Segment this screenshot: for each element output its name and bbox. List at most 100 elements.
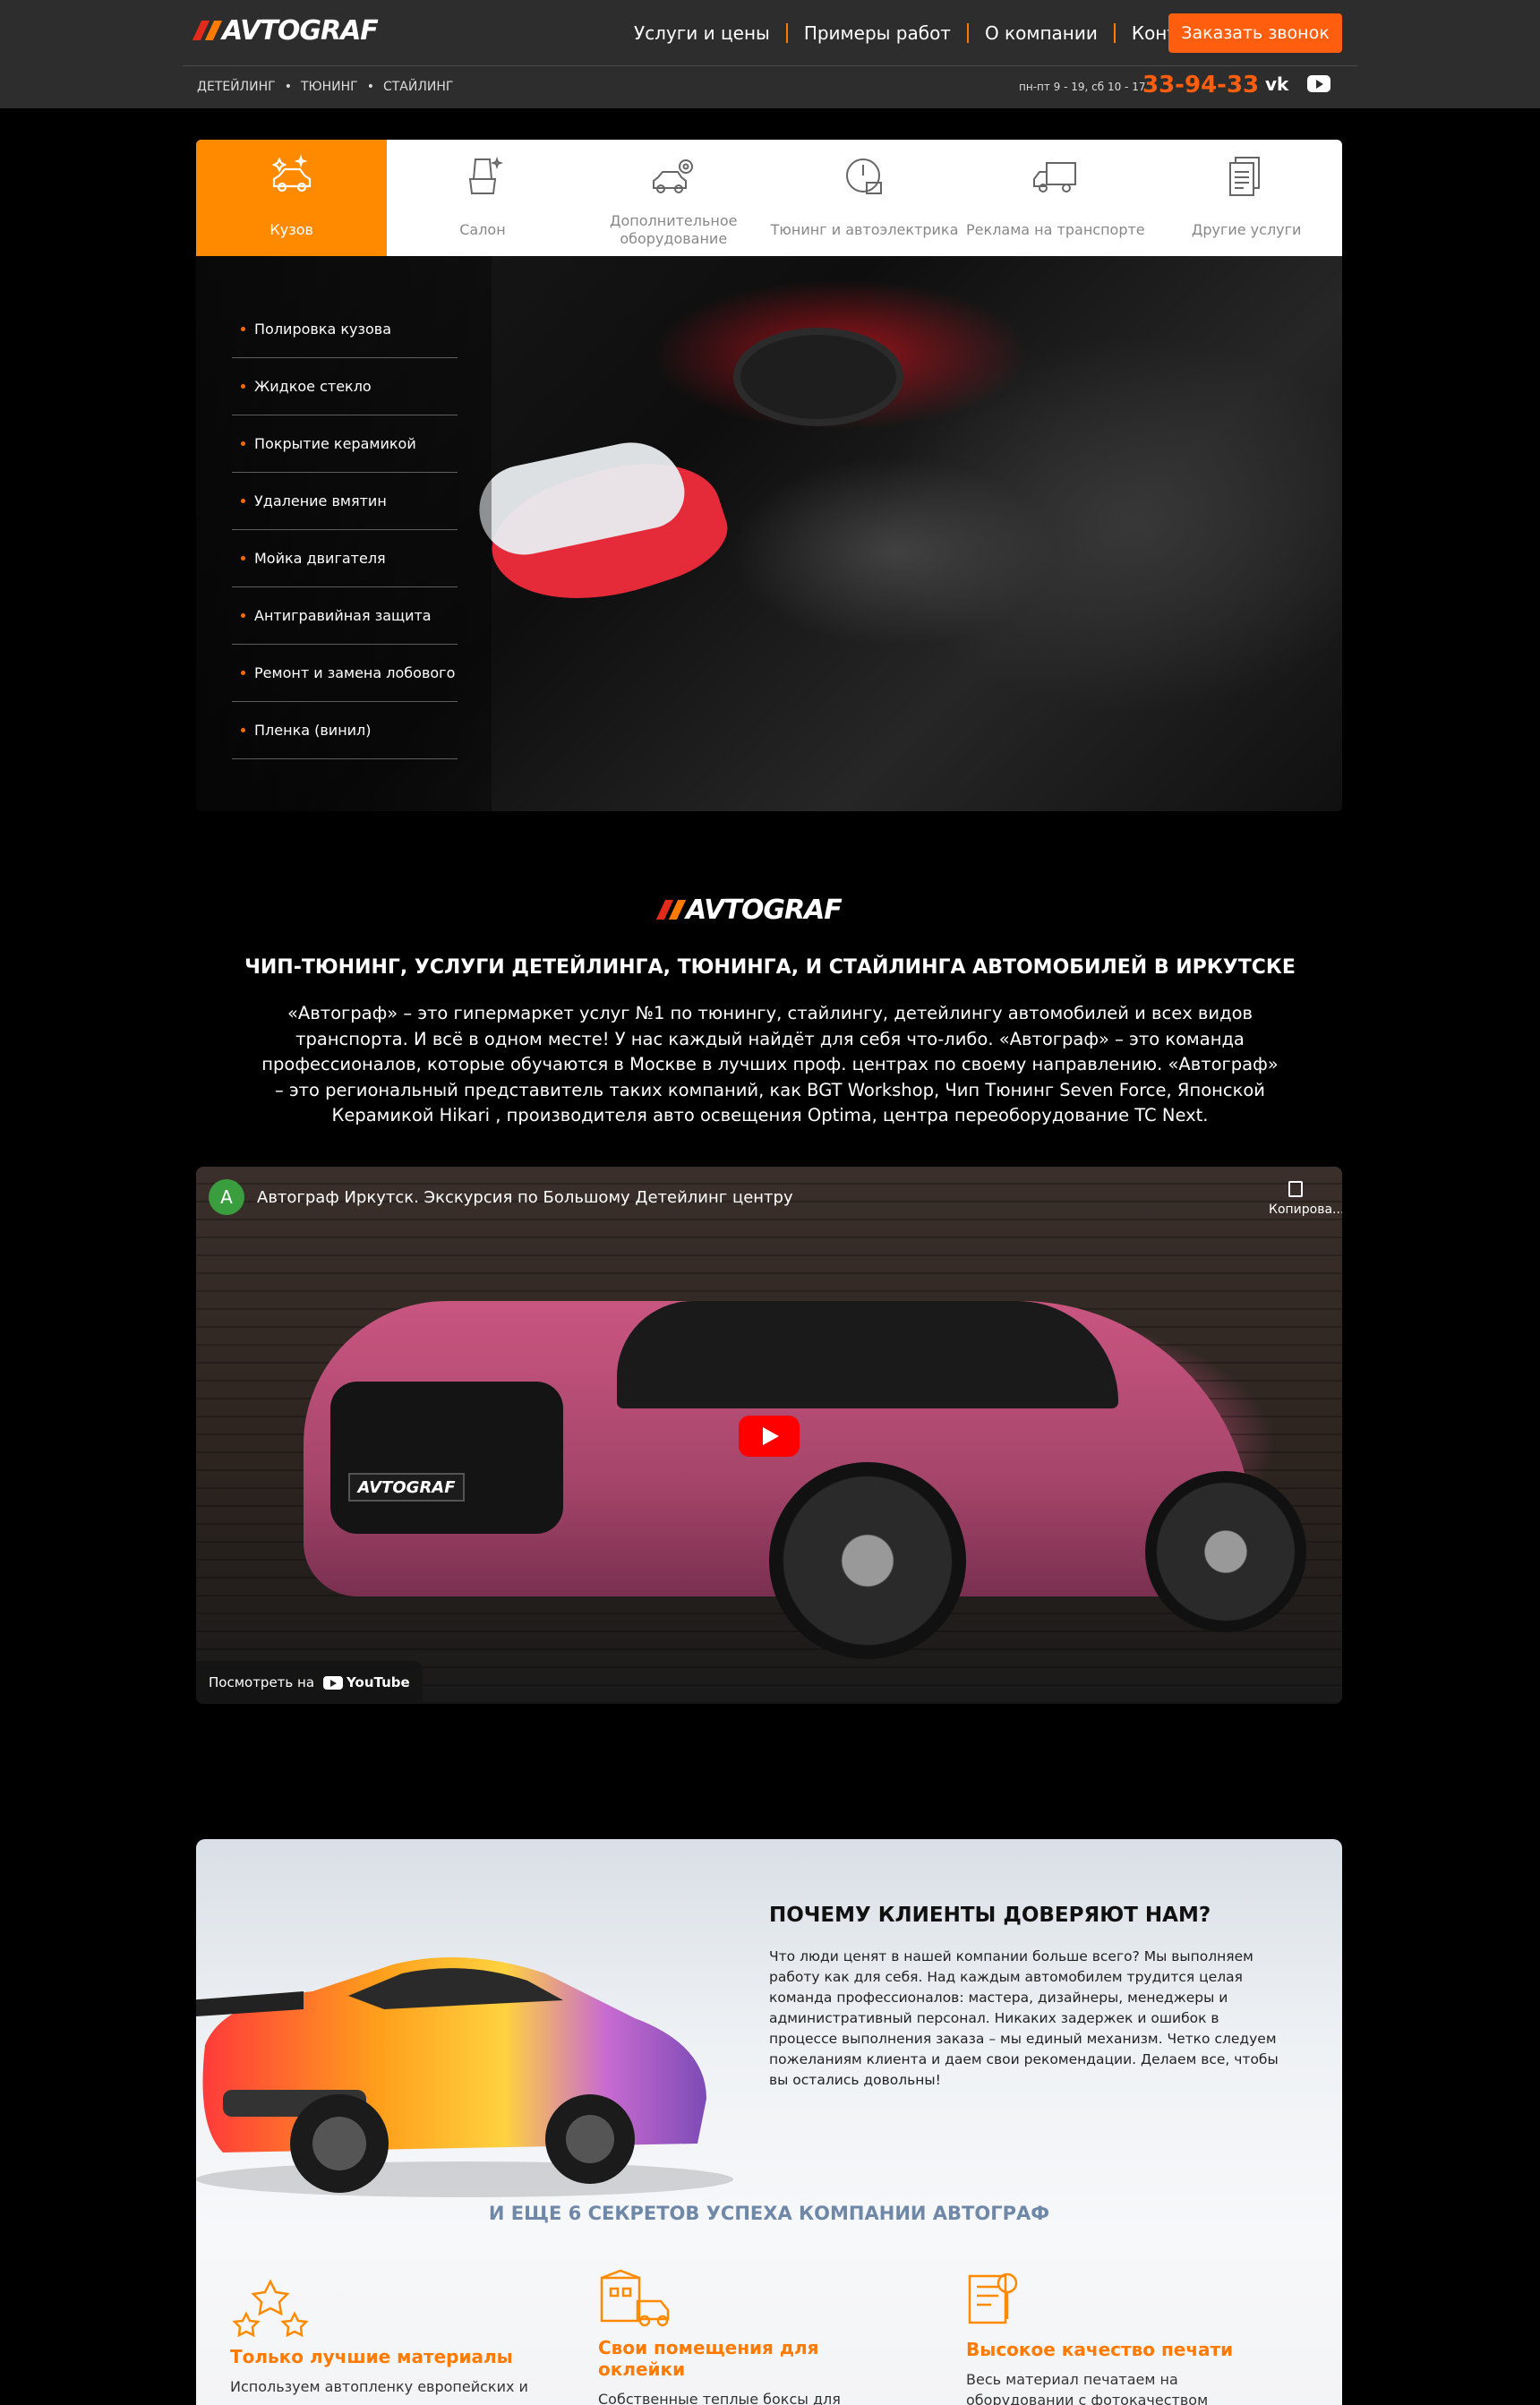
service-label: Полировка кузова bbox=[254, 321, 392, 338]
youtube-icon bbox=[323, 1675, 344, 1690]
tab-label: Салон bbox=[459, 221, 506, 238]
subnav-detailing[interactable]: ДЕТЕЙЛИНГ bbox=[197, 80, 276, 94]
service-item[interactable]: Удаление вмятин bbox=[232, 473, 458, 530]
service-label: Ремонт и замена лобового bbox=[254, 664, 456, 681]
car-seat-icon bbox=[458, 152, 508, 202]
service-label: Мойка двигателя bbox=[254, 550, 386, 567]
service-list: Полировка кузова Жидкое стекло Покрытие … bbox=[232, 301, 458, 759]
car-grille-image bbox=[330, 1382, 563, 1534]
bullet-separator: • bbox=[366, 80, 374, 94]
service-item[interactable]: Антигравийная защита bbox=[232, 587, 458, 645]
about-title: ЧИП-ТЮНИНГ, УСЛУГИ ДЕТЕЙЛИНГА, ТЮНИНГА, … bbox=[244, 956, 1296, 979]
gauge-icon bbox=[840, 152, 890, 202]
car-wheel-image bbox=[769, 1462, 966, 1659]
feature-text: Весь материал печатаем на оборудовании с… bbox=[966, 2371, 1209, 2405]
nav-services[interactable]: Услуги и цены bbox=[618, 23, 788, 43]
tab-label: Дополнительное оборудование bbox=[609, 212, 738, 247]
main-nav: Услуги и цены Примеры работ О компании К… bbox=[618, 20, 1240, 47]
service-item[interactable]: Ремонт и замена лобового bbox=[232, 645, 458, 702]
logo[interactable]: AVTOGRAF bbox=[192, 14, 379, 47]
wrapped-car-image bbox=[196, 1957, 733, 2197]
channel-avatar[interactable]: A bbox=[209, 1179, 244, 1215]
service-label: Покрытие керамикой bbox=[254, 435, 416, 452]
service-label: Жидкое стекло bbox=[254, 378, 372, 395]
bullet-icon bbox=[241, 441, 245, 446]
feature-title: Свои помещения для оклейки bbox=[598, 2337, 819, 2380]
feature-card: Только лучшие материалы Используем автоп… bbox=[230, 2278, 535, 2397]
youtube-wordmark: YouTube bbox=[346, 1674, 410, 1690]
bullet-icon bbox=[241, 556, 245, 561]
bullet-separator: • bbox=[284, 80, 292, 94]
play-button[interactable] bbox=[739, 1416, 800, 1457]
bullet-icon bbox=[241, 327, 245, 331]
tab-advertising[interactable]: Реклама на транспорте bbox=[960, 140, 1151, 256]
tab-equipment[interactable]: Дополнительное оборудование bbox=[578, 140, 769, 256]
service-item[interactable]: Полировка кузова bbox=[232, 301, 458, 358]
copy-label: Копирова... bbox=[1269, 1202, 1342, 1217]
subnav-styling[interactable]: СТАЙЛИНГ bbox=[383, 80, 453, 94]
documents-icon bbox=[1221, 152, 1271, 202]
tab-label: Кузов bbox=[270, 221, 313, 238]
trust-text: Что люди ценят в нашей компании больше в… bbox=[769, 1948, 1279, 2088]
secrets-title: И ЕЩЕ 6 СЕКРЕТОВ УСПЕХА КОМПАНИИ АВТОГРА… bbox=[488, 2203, 1050, 2224]
video-title[interactable]: Автограф Иркутск. Экскурсия по Большому … bbox=[257, 1188, 793, 1207]
bullet-icon bbox=[241, 613, 245, 618]
print-icon bbox=[966, 2271, 1270, 2330]
working-hours: пн-пт 9 - 19, сб 10 - 17 bbox=[1019, 81, 1146, 93]
watch-on-youtube-button[interactable]: Посмотреть на YouTube bbox=[196, 1661, 423, 1704]
trust-section: ПОЧЕМУ КЛИЕНТЫ ДОВЕРЯЮТ НАМ? Что люди це… bbox=[196, 1839, 1342, 2405]
service-item[interactable]: Покрытие керамикой bbox=[232, 415, 458, 473]
tab-label: Тюнинг и автоэлектрика bbox=[770, 221, 959, 238]
car-sparkle-icon bbox=[267, 152, 317, 202]
subnav: ДЕТЕЙЛИНГ • ТЮНИНГ • СТАЙЛИНГ bbox=[197, 80, 453, 94]
service-label: Пленка (винил) bbox=[254, 722, 372, 739]
bullet-icon bbox=[241, 384, 245, 389]
logo-text: AVTOGRAF bbox=[686, 894, 843, 926]
tab-label: Другие услуги bbox=[1191, 221, 1302, 238]
about-logo: AVTOGRAF bbox=[655, 894, 843, 926]
nav-portfolio[interactable]: Примеры работ bbox=[788, 23, 969, 43]
license-plate: AVTOGRAF bbox=[348, 1473, 465, 1502]
video-player[interactable]: AVTOGRAF A Автограф Иркутск. Экскурсия п… bbox=[196, 1167, 1342, 1704]
car-gear-icon bbox=[648, 152, 698, 202]
service-item[interactable]: Пленка (винил) bbox=[232, 702, 458, 759]
service-label: Удаление вмятин bbox=[254, 492, 387, 509]
category-tabs: Кузов Салон Дополнительное оборудование … bbox=[196, 140, 1342, 256]
car-wheel-image bbox=[1145, 1471, 1306, 1632]
service-item[interactable]: Мойка двигателя bbox=[232, 530, 458, 587]
tab-label: Реклама на транспорте bbox=[966, 221, 1145, 238]
video-header: A Автограф Иркутск. Экскурсия по Большом… bbox=[209, 1179, 793, 1215]
copy-icon bbox=[1288, 1181, 1303, 1197]
feature-text: Собственные теплые боксы для грузовых и … bbox=[598, 2391, 841, 2405]
site-header: AVTOGRAF Услуги и цены Примеры работ О к… bbox=[0, 0, 1540, 108]
stars-award-icon bbox=[230, 2278, 535, 2338]
garage-icon bbox=[598, 2269, 903, 2328]
bullet-icon bbox=[241, 728, 245, 732]
vk-icon[interactable]: vk bbox=[1265, 73, 1288, 95]
service-item[interactable]: Жидкое стекло bbox=[232, 358, 458, 415]
hero-banner: Полировка кузова Жидкое стекло Покрытие … bbox=[196, 256, 1342, 811]
feature-text: Используем автопленку европейских и bbox=[230, 2378, 528, 2395]
tab-interior[interactable]: Салон bbox=[387, 140, 578, 256]
tab-body[interactable]: Кузов bbox=[196, 140, 388, 256]
feature-title: Высокое качество печати bbox=[966, 2339, 1234, 2360]
youtube-icon[interactable] bbox=[1307, 75, 1330, 92]
about-text: «Автограф» – это гипермаркет услуг №1 по… bbox=[261, 1003, 1279, 1125]
youtube-logo: YouTube bbox=[323, 1674, 410, 1690]
feature-card: Свои помещения для оклейки Собственные т… bbox=[598, 2269, 903, 2405]
feature-card: Высокое качество печати Весь материал пе… bbox=[966, 2271, 1270, 2405]
nav-about[interactable]: О компании bbox=[969, 23, 1116, 43]
copy-link-button[interactable]: Копирова... bbox=[1269, 1181, 1342, 1217]
watch-label: Посмотреть на bbox=[209, 1674, 315, 1690]
logo-text: AVTOGRAF bbox=[222, 14, 379, 47]
header-divider bbox=[183, 65, 1357, 66]
phone-number[interactable]: 33-94-33 bbox=[1142, 72, 1259, 98]
tab-tuning[interactable]: Тюнинг и автоэлектрика bbox=[769, 140, 960, 256]
service-label: Антигравийная защита bbox=[254, 607, 432, 624]
bullet-icon bbox=[241, 671, 245, 675]
car-window-image bbox=[617, 1301, 1118, 1408]
order-call-button[interactable]: Заказать звонок bbox=[1168, 13, 1342, 53]
subnav-tuning[interactable]: ТЮНИНГ bbox=[301, 80, 358, 94]
trust-title: ПОЧЕМУ КЛИЕНТЫ ДОВЕРЯЮТ НАМ? bbox=[769, 1904, 1211, 1927]
tab-other[interactable]: Другие услуги bbox=[1151, 140, 1341, 256]
